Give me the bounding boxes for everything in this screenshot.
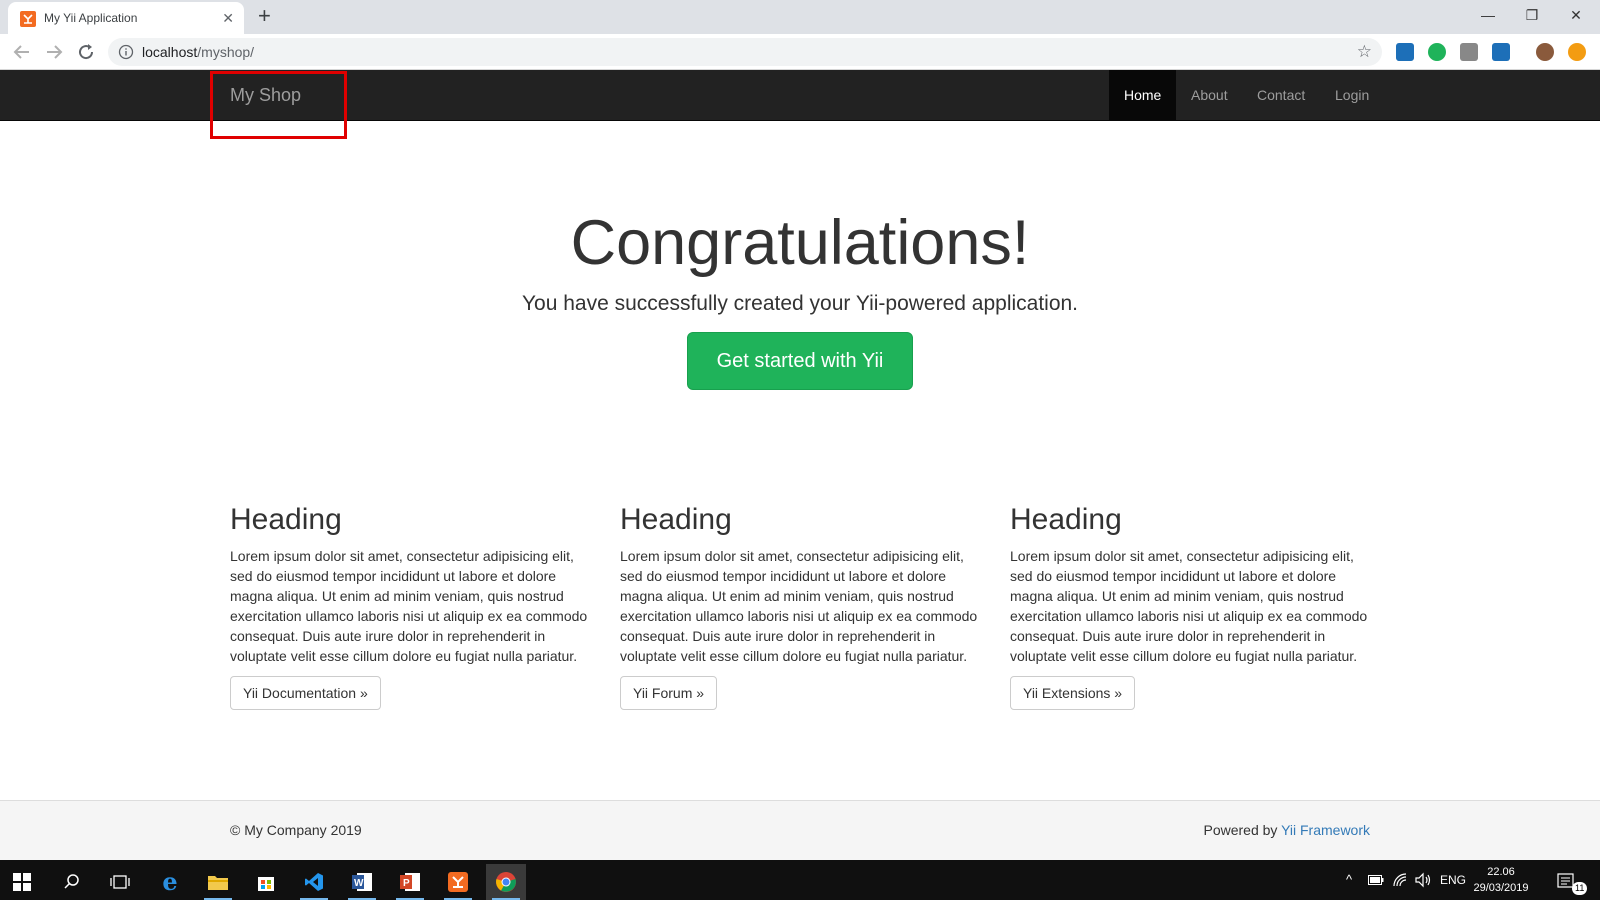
update-alert-icon[interactable] — [1568, 43, 1586, 61]
word-icon[interactable]: W — [342, 864, 382, 900]
new-tab-button[interactable]: + — [258, 5, 271, 27]
extension-icon[interactable] — [1492, 43, 1510, 61]
file-explorer-icon[interactable] — [198, 864, 238, 900]
brand-highlight-box — [210, 71, 347, 139]
info-icon[interactable] — [118, 44, 134, 60]
address-bar[interactable]: localhost/myshop/ ☆ — [108, 38, 1382, 66]
extension-icon[interactable] — [1460, 43, 1478, 61]
get-started-button[interactable]: Get started with Yii — [687, 332, 913, 390]
footer-powered-by: Powered by Yii Framework — [1203, 822, 1370, 838]
nav-contact[interactable]: Contact — [1242, 70, 1320, 120]
column-forum: Heading Lorem ipsum dolor sit amet, cons… — [620, 500, 980, 710]
extension-icon[interactable] — [1396, 43, 1414, 61]
task-view-icon[interactable] — [100, 864, 140, 900]
close-window-button[interactable]: ✕ — [1554, 4, 1598, 26]
browser-tab-strip: My Yii Application ✕ + — ❐ ✕ — [0, 0, 1600, 34]
browser-tab[interactable]: My Yii Application ✕ — [8, 2, 244, 34]
system-clock[interactable]: 22.06 29/03/2019 — [1466, 864, 1536, 896]
url-host: localhost — [142, 44, 198, 60]
back-arrow-icon[interactable] — [10, 40, 34, 64]
windows-taskbar: e W P ^ ENG 22.06 29/03/2019 11 — [0, 860, 1600, 900]
powerpoint-icon[interactable]: P — [390, 864, 430, 900]
page-footer: © My Company 2019 Powered by Yii Framewo… — [0, 800, 1600, 860]
notification-count-badge: 11 — [1572, 882, 1588, 895]
powered-by-label: Powered by — [1203, 822, 1282, 838]
clock-date: 29/03/2019 — [1473, 882, 1529, 894]
edge-browser-icon[interactable]: e — [150, 864, 190, 900]
extension-icon[interactable] — [1428, 43, 1446, 61]
wifi-icon[interactable] — [1392, 872, 1408, 888]
url-path: /myshop/ — [197, 44, 255, 60]
column-body: Lorem ipsum dolor sit amet, consectetur … — [620, 548, 978, 664]
reload-icon[interactable] — [74, 40, 98, 64]
column-body: Lorem ipsum dolor sit amet, consectetur … — [230, 548, 588, 664]
show-hidden-icons-chevron-icon[interactable]: ^ — [1346, 860, 1352, 900]
yii-documentation-button[interactable]: Yii Documentation » — [230, 676, 381, 710]
windows-start-icon[interactable] — [2, 864, 42, 900]
jumbotron-lead: You have successfully created your Yii-p… — [521, 292, 1079, 315]
column-body: Lorem ipsum dolor sit amet, consectetur … — [1010, 548, 1368, 664]
minimize-button[interactable]: — — [1466, 4, 1510, 26]
battery-icon[interactable] — [1368, 874, 1384, 886]
yii-framework-link[interactable]: Yii Framework — [1281, 822, 1370, 838]
browser-toolbar: localhost/myshop/ ☆ — [0, 34, 1600, 70]
yii-forum-button[interactable]: Yii Forum » — [620, 676, 718, 710]
tab-title: My Yii Application — [44, 11, 138, 25]
language-indicator[interactable]: ENG — [1440, 860, 1466, 900]
column-documentation: Heading Lorem ipsum dolor sit amet, cons… — [230, 500, 590, 710]
restore-button[interactable]: ❐ — [1510, 4, 1554, 26]
svg-text:W: W — [354, 878, 364, 889]
nav-login[interactable]: Login — [1320, 70, 1384, 120]
nav-home[interactable]: Home — [1109, 70, 1177, 120]
column-extensions: Heading Lorem ipsum dolor sit amet, cons… — [1010, 500, 1370, 710]
vscode-icon[interactable] — [294, 864, 334, 900]
clock-time: 22.06 — [1487, 866, 1515, 878]
footer-copyright: © My Company 2019 — [230, 822, 362, 838]
xampp-icon[interactable] — [438, 864, 478, 900]
column-heading: Heading — [230, 503, 342, 536]
yii-extensions-button[interactable]: Yii Extensions » — [1010, 676, 1136, 710]
chrome-icon[interactable] — [486, 864, 526, 900]
profile-avatar[interactable] — [1536, 43, 1554, 61]
yii-favicon-icon — [20, 11, 36, 27]
bookmark-star-icon[interactable]: ☆ — [1357, 42, 1372, 62]
nav-about[interactable]: About — [1176, 70, 1243, 120]
forward-arrow-icon[interactable] — [42, 40, 66, 64]
search-icon[interactable] — [52, 864, 92, 900]
volume-icon[interactable] — [1414, 872, 1432, 888]
store-icon[interactable] — [246, 864, 286, 900]
svg-text:P: P — [403, 878, 410, 889]
jumbotron-title: Congratulations! — [570, 208, 1030, 278]
column-heading: Heading — [1010, 503, 1122, 536]
column-heading: Heading — [620, 503, 732, 536]
url-text: localhost/myshop/ — [142, 44, 254, 60]
action-center-icon[interactable]: 11 — [1548, 864, 1588, 900]
tab-close-icon[interactable]: ✕ — [222, 10, 234, 26]
